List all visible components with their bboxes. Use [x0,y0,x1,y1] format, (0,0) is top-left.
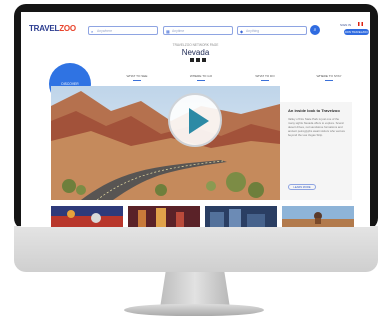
search-where-label: Anywhere [97,28,113,33]
search-icon: ⌕ [91,28,94,34]
search-when-label: Anytime [172,28,185,33]
tab-where-to-stay[interactable]: WHERE TO STAY [309,74,349,81]
play-icon [189,108,209,134]
tab-where-to-go[interactable]: WHERE TO GO [181,74,221,81]
facebook-icon[interactable] [190,58,194,62]
panel-description: Valley of Fire State Park is just one of… [288,117,346,137]
search-icon: ⌕ [313,27,317,33]
search-when-input[interactable]: ▦ Anytime [163,26,233,35]
tag-icon: ◆ [240,28,244,34]
tab-label: WHERE TO STAY [316,74,342,78]
tab-underline [325,80,333,81]
monitor-mockup: TRAVELZOO ⌕ Anywhere ▦ Anytime ◆ Anythin… [0,0,383,324]
monitor-stand-base [124,304,264,316]
social-links [190,58,206,62]
tab-label: WHERE TO GO [189,74,213,78]
monitor-stand-neck [160,272,230,308]
page-subtitle: TRAVELZOO NETWORK PAGE [172,43,219,47]
panel-title: An inside look to Travelzoo [288,108,340,113]
logo-text-travel: TRAVEL [29,24,60,33]
logo-text-zoo: ZOO [59,24,76,33]
hero-image[interactable] [51,86,280,200]
tab-label: WHAT TO DO [255,74,275,78]
thumbnail-2[interactable] [128,206,200,227]
thumbnail-4[interactable] [282,206,354,227]
tab-underline [133,80,141,81]
join-button[interactable]: JOIN TRAVELZOO [344,29,369,35]
page-title: Nevada [181,48,210,57]
tab-underline [261,80,269,81]
search-what-label: Anything [246,28,260,33]
sign-in-link[interactable]: SIGN IN [340,23,351,27]
search-what-input[interactable]: ◆ Anything [237,26,307,35]
tab-what-to-do[interactable]: WHAT TO DO [245,74,285,81]
search-where-input[interactable]: ⌕ Anywhere [88,26,158,35]
screen: TRAVELZOO ⌕ Anywhere ▦ Anytime ◆ Anythin… [21,12,370,227]
canada-flag-icon[interactable] [358,22,363,26]
thumbnail-3[interactable] [205,206,277,227]
travelzoo-logo[interactable]: TRAVELZOO [29,24,76,33]
play-button[interactable] [168,93,222,147]
search-button[interactable]: ⌕ [310,25,320,35]
thumbnail-1[interactable] [51,206,123,227]
tab-underline [197,80,205,81]
learn-more-button[interactable]: LEARN MORE [288,184,316,190]
monitor-chin [14,226,378,272]
desert-landscape-image [51,86,280,200]
tab-label: WHAT TO SEE [126,74,148,78]
tab-what-to-see[interactable]: WHAT TO SEE [117,74,157,81]
twitter-icon[interactable] [196,58,200,62]
calendar-icon: ▦ [166,28,170,34]
email-icon[interactable] [202,58,206,62]
